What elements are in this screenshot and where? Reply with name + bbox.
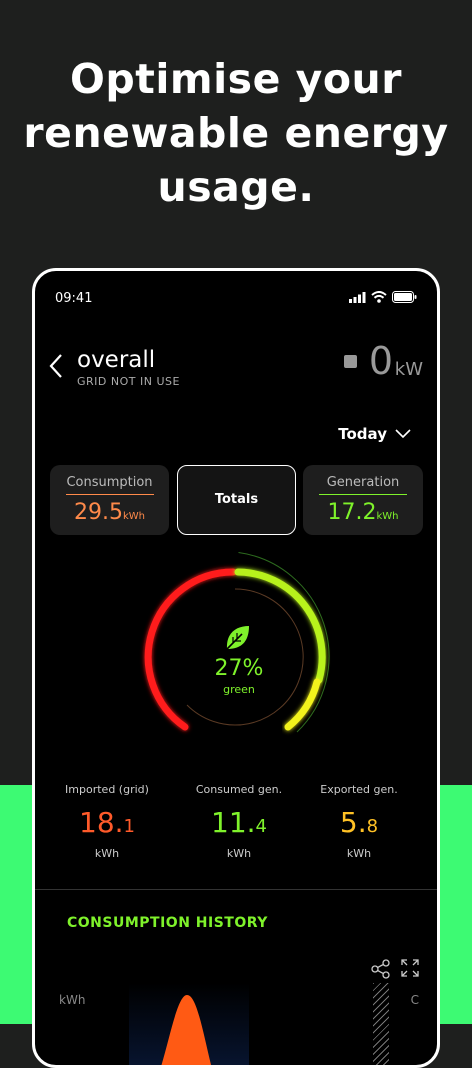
consumed-gen-label: Consumed gen.	[195, 783, 283, 796]
section-divider	[35, 889, 437, 890]
consumption-value: 29.5kWh	[50, 500, 169, 525]
exported-gen-value-decimal: 8	[366, 816, 379, 837]
green-percent: 27%	[214, 656, 264, 681]
consumed-gen-unit: kWh	[226, 847, 252, 860]
period-dropdown[interactable]: Today	[338, 425, 411, 443]
headline-line-3: usage.	[157, 163, 315, 211]
headline-line-1: Optimise your	[70, 55, 402, 103]
battery-icon	[392, 291, 417, 303]
history-title: CONSUMPTION HISTORY	[67, 915, 268, 931]
page-title: overall	[77, 347, 156, 373]
chevron-down-icon	[395, 429, 411, 439]
imported-value: 18.1	[39, 806, 175, 839]
signal-icon	[349, 291, 366, 303]
generation-unit: kWh	[376, 511, 399, 522]
consumed-gen-stat: Consumed gen. 11.4 kWh	[171, 783, 307, 860]
consumed-gen-value-decimal: 4	[255, 816, 267, 837]
share-icon	[371, 959, 390, 979]
exported-gen-value: 5.8	[291, 806, 427, 839]
back-chevron-icon	[49, 354, 62, 378]
wifi-icon	[371, 291, 387, 303]
exported-gen-stat: Exported gen. 5.8 kWh	[291, 783, 427, 860]
exported-gen-value-main: 5.	[339, 806, 367, 839]
imported-value-decimal: 1	[123, 816, 135, 837]
status-icons	[349, 291, 417, 303]
imported-stat: Imported (grid) 18.1 kWh	[39, 783, 175, 860]
expand-icon	[401, 959, 419, 977]
period-label: Today	[338, 425, 387, 443]
generation-value: 17.2kWh	[303, 500, 423, 525]
generation-label: Generation	[326, 475, 400, 490]
consumption-unit: kWh	[122, 511, 145, 522]
consumption-underline	[65, 494, 154, 495]
imported-unit: kWh	[94, 847, 120, 860]
consumption-card[interactable]: Consumption 29.5kWh	[50, 465, 169, 535]
power-indicator	[344, 355, 357, 368]
exported-gen-label: Exported gen.	[320, 783, 398, 796]
history-scroll-hatch	[373, 983, 389, 1065]
headline-line-2: renewable energy	[23, 109, 449, 157]
consumed-gen-value-main: 11.	[211, 806, 256, 839]
history-chart-area	[129, 983, 249, 1065]
generation-underline	[319, 494, 407, 495]
generation-amount: 17.2	[327, 500, 377, 525]
history-y-label: kWh	[59, 993, 86, 1007]
grid-status: GRID NOT IN USE	[77, 375, 180, 388]
imported-label: Imported (grid)	[65, 783, 149, 796]
totals-label: Totals	[214, 492, 259, 507]
imported-value-main: 18.	[79, 806, 124, 839]
consumed-gen-value: 11.4	[171, 806, 307, 839]
gauge-red-segment	[144, 568, 237, 731]
consumption-amount: 29.5	[73, 500, 123, 525]
status-time: 09:41	[55, 291, 93, 306]
headline: Optimise your renewable energy usage.	[0, 52, 472, 214]
phone-frame: 09:41 overall GRID NOT IN USE 0 kW Today	[32, 268, 440, 1068]
expand-button[interactable]	[401, 959, 419, 981]
generation-card[interactable]: Generation 17.2kWh	[303, 465, 423, 535]
history-peak	[161, 995, 212, 1065]
share-button[interactable]	[371, 959, 391, 983]
leaf-icon	[226, 626, 249, 650]
green-label: green	[223, 683, 255, 696]
power-value: 0	[368, 339, 393, 383]
exported-gen-unit: kWh	[346, 847, 372, 860]
totals-card[interactable]: Totals	[177, 465, 296, 535]
history-right-label: C	[410, 993, 419, 1007]
back-button[interactable]	[49, 353, 63, 383]
consumption-label: Consumption	[66, 475, 153, 490]
power-unit: kW	[394, 359, 423, 380]
